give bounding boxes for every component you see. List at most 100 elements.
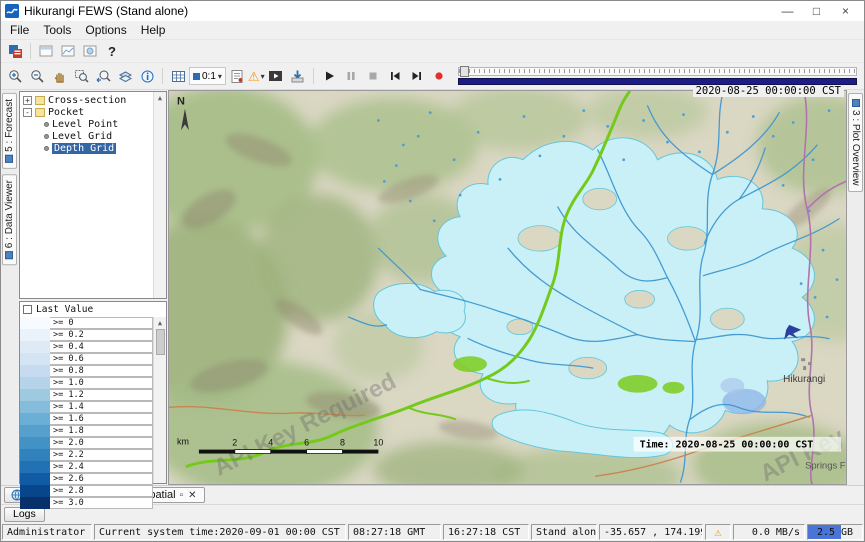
stop-icon[interactable] — [362, 66, 384, 86]
skip-start-icon[interactable] — [384, 66, 406, 86]
pause-icon[interactable] — [340, 66, 362, 86]
zoom-box-icon[interactable] — [70, 66, 92, 86]
left-panel: + Cross-section - Pocket Level Point Lev… — [18, 90, 168, 485]
tree-item-level-point[interactable]: Level Point — [20, 118, 166, 130]
layer-tree: + Cross-section - Pocket Level Point Lev… — [19, 91, 167, 299]
scale-select-combo[interactable]: 0:1 ▾ — [189, 67, 226, 85]
zoom-in-icon[interactable] — [4, 66, 26, 86]
legend-swatch — [20, 341, 50, 353]
timeline-span-bar — [458, 78, 857, 85]
main-toolbar: ? — [1, 39, 864, 62]
leaf-dot-icon — [44, 134, 49, 139]
legend-swatch — [20, 425, 50, 437]
scroll-up-icon[interactable]: ▲ — [158, 317, 162, 328]
menu-options[interactable]: Options — [78, 23, 133, 37]
zoom-previous-icon[interactable] — [92, 66, 114, 86]
map-time-label: Time: 2020-08-25 00:00:00 CST — [634, 437, 841, 452]
legend-swatch — [20, 401, 50, 413]
play-icon[interactable] — [318, 66, 340, 86]
animation-icon[interactable] — [265, 66, 287, 86]
status-system-time: Current system time:2020-09-01 00:00 CST — [94, 524, 346, 540]
left-tab-strip: 5 : Forecast 6 : Data Viewer — [1, 90, 18, 485]
map-area[interactable]: Hikurangi Springs Flat API Key Required … — [168, 90, 847, 485]
grid-display-icon[interactable] — [35, 41, 57, 61]
tree-scrollbar[interactable]: ▲ — [153, 92, 166, 298]
legend-entry: >= 1.8 — [20, 425, 153, 437]
scale-unit: km — [177, 437, 189, 447]
legend-title: Last Value — [36, 304, 93, 315]
grid-icon[interactable] — [167, 66, 189, 86]
layers-icon[interactable] — [114, 66, 136, 86]
tree-item-level-grid[interactable]: Level Grid — [20, 130, 166, 142]
menu-file[interactable]: File — [3, 23, 36, 37]
maximize-button[interactable]: □ — [802, 2, 831, 21]
svg-text:Time: 2020-08-25 00:00:00 CST: Time: 2020-08-25 00:00:00 CST — [640, 439, 814, 451]
info-icon[interactable] — [136, 66, 158, 86]
time-slider[interactable] — [458, 67, 857, 85]
legend-swatch — [20, 437, 50, 449]
status-user: Administrator — [2, 524, 92, 540]
folder-icon — [35, 96, 45, 105]
svg-text:8: 8 — [340, 438, 345, 448]
menu-bar: File Tools Options Help — [1, 21, 864, 39]
toolbar-separator — [313, 68, 314, 84]
expand-icon[interactable]: + — [23, 96, 32, 105]
database-icon[interactable] — [4, 41, 26, 61]
document-icon[interactable] — [226, 66, 248, 86]
right-tab-strip: 3 : Plot Overview — [847, 90, 864, 485]
legend-swatch — [20, 353, 50, 365]
svg-text:6: 6 — [304, 438, 309, 448]
legend-entry: >= 2.6 — [20, 473, 153, 485]
map-canvas[interactable]: Hikurangi Springs Flat API Key Required … — [169, 91, 846, 484]
help-button[interactable]: ? — [101, 41, 123, 61]
legend-entry: >= 0.2 — [20, 329, 153, 341]
status-warning-icon[interactable]: ⚠ — [705, 524, 731, 540]
tab-forecast[interactable]: 5 : Forecast — [2, 93, 17, 169]
minimize-button[interactable]: — — [773, 2, 802, 21]
main-area: 5 : Forecast 6 : Data Viewer + Cross-sec… — [1, 89, 864, 485]
zoom-out-icon[interactable] — [26, 66, 48, 86]
tab-plot-overview[interactable]: 3 : Plot Overview — [848, 93, 863, 192]
status-gmt-time: 08:27:18 GMT — [348, 524, 441, 540]
tree-item-cross-section[interactable]: + Cross-section — [20, 94, 166, 106]
svg-text:10: 10 — [373, 438, 383, 448]
tree-item-depth-grid[interactable]: Depth Grid — [20, 142, 166, 154]
menu-tools[interactable]: Tools — [36, 23, 78, 37]
status-coordinates: -35.657 , 174.199 — [599, 524, 703, 540]
status-memory: 2.5 GB — [807, 524, 863, 540]
legend-entry: >= 1.0 — [20, 377, 153, 389]
legend-swatch — [20, 389, 50, 401]
time-slider-track[interactable] — [458, 67, 857, 76]
legend-entry: >= 0.6 — [20, 353, 153, 365]
tree-item-pocket[interactable]: - Pocket — [20, 106, 166, 118]
legend-scrollbar[interactable]: ▲ — [153, 317, 166, 483]
tab-data-viewer[interactable]: 6 : Data Viewer — [2, 174, 17, 265]
legend-swatch — [20, 497, 50, 509]
svg-text:4: 4 — [268, 438, 273, 448]
pan-hand-icon[interactable] — [48, 66, 70, 86]
panel-close-icon[interactable]: ✕ — [187, 490, 197, 501]
menu-help[interactable]: Help — [134, 23, 173, 37]
export-download-icon[interactable] — [287, 66, 309, 86]
plot-overview-tab-icon — [852, 99, 860, 107]
legend-swatch — [20, 485, 50, 497]
legend-entry: >= 1.4 — [20, 401, 153, 413]
forecast-tab-icon — [6, 155, 14, 163]
map-label-hikurangi: Hikurangi — [783, 374, 825, 385]
panel-float-icon[interactable]: ▫ — [179, 490, 185, 501]
collapse-icon[interactable]: - — [23, 108, 32, 117]
legend-entry: >= 0.4 — [20, 341, 153, 353]
time-series-display-icon[interactable] — [57, 41, 79, 61]
close-button[interactable]: × — [831, 2, 860, 21]
warning-dropdown[interactable]: ⚠ ▾ — [248, 66, 265, 86]
skip-end-icon[interactable] — [406, 66, 428, 86]
legend-entry: >= 2.0 — [20, 437, 153, 449]
time-slider-thumb[interactable] — [460, 66, 469, 77]
spatial-display-icon[interactable] — [79, 41, 101, 61]
legend-entry: >= 2.8 — [20, 485, 153, 497]
status-download-speed: 0.0 MB/s — [733, 524, 805, 540]
last-value-checkbox[interactable] — [23, 305, 32, 314]
scrollbar-thumb[interactable] — [156, 329, 165, 355]
scroll-up-icon[interactable]: ▲ — [158, 92, 162, 103]
record-icon[interactable] — [428, 66, 450, 86]
